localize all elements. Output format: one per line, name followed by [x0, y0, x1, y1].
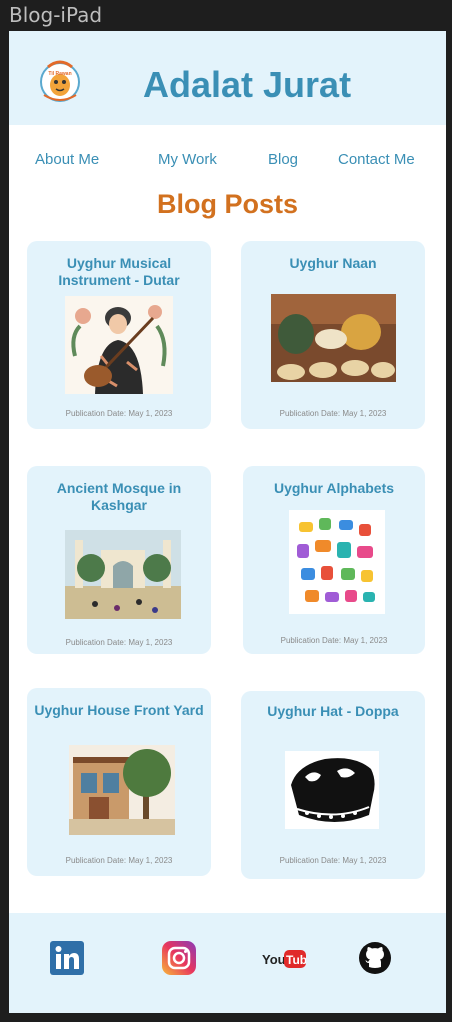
card-title[interactable]: Uyghur House Front Yard	[33, 702, 205, 719]
blog-card-alphabets[interactable]: Uyghur Alphabets Publication Date: May 1…	[243, 466, 425, 654]
instagram-icon[interactable]	[162, 941, 196, 975]
blog-card-house[interactable]: Uyghur House Front Yard Publication Date…	[27, 688, 211, 876]
nav-contact-me[interactable]: Contact Me	[338, 151, 415, 168]
card-date: Publication Date: May 1, 2023	[65, 856, 173, 865]
github-icon[interactable]	[358, 941, 392, 975]
site-title: Adalat Jurat	[143, 64, 352, 105]
youtube-icon[interactable]: You Tube	[262, 949, 306, 969]
blog-card-naan[interactable]: Uyghur Naan Publication Date: May 1, 202…	[241, 241, 425, 429]
frame-label: Blog-iPad	[9, 3, 103, 27]
alphabets-illustration[interactable]	[289, 510, 385, 614]
blog-card-mosque[interactable]: Ancient Mosque in Kashgar Publication Da…	[27, 466, 211, 654]
mosque-illustration[interactable]	[65, 530, 181, 619]
nav-my-work[interactable]: My Work	[158, 151, 217, 168]
house-illustration[interactable]	[69, 745, 175, 835]
logo-text: Til Rawan	[48, 71, 71, 77]
doppa-hat-illustration[interactable]	[285, 751, 379, 829]
nav-about-me[interactable]: About Me	[35, 151, 99, 168]
card-title[interactable]: Uyghur Musical Instrument - Dutar	[33, 255, 205, 289]
card-date: Publication Date: May 1, 2023	[65, 638, 173, 647]
blog-card-doppa[interactable]: Uyghur Hat - Doppa Publication Date: May…	[241, 691, 425, 879]
section-title: Blog Posts	[156, 189, 298, 219]
card-title[interactable]: Uyghur Hat - Doppa	[247, 703, 419, 720]
blog-card-dutar[interactable]: Uyghur Musical Instrument - Dutar Public…	[27, 241, 211, 429]
nav-blog[interactable]: Blog	[268, 151, 298, 168]
svg-text:Tube: Tube	[286, 953, 306, 967]
card-date: Publication Date: May 1, 2023	[279, 409, 387, 418]
svg-text:You: You	[262, 952, 286, 967]
linkedin-icon[interactable]	[50, 941, 84, 975]
card-title[interactable]: Uyghur Naan	[247, 255, 419, 272]
site-header: Til Rawan Adalat Jurat	[9, 31, 446, 125]
card-title[interactable]: Uyghur Alphabets	[249, 480, 419, 497]
page-frame: Til Rawan Adalat Jurat About Me My Work …	[9, 31, 446, 1013]
card-date: Publication Date: May 1, 2023	[65, 409, 173, 418]
naan-illustration[interactable]	[271, 294, 396, 382]
card-date: Publication Date: May 1, 2023	[280, 636, 388, 645]
card-date: Publication Date: May 1, 2023	[279, 856, 387, 865]
card-title[interactable]: Ancient Mosque in Kashgar	[33, 480, 205, 514]
dutar-illustration[interactable]	[65, 296, 173, 394]
site-footer: You Tube	[9, 913, 446, 1013]
site-logo[interactable]: Til Rawan	[38, 55, 82, 103]
